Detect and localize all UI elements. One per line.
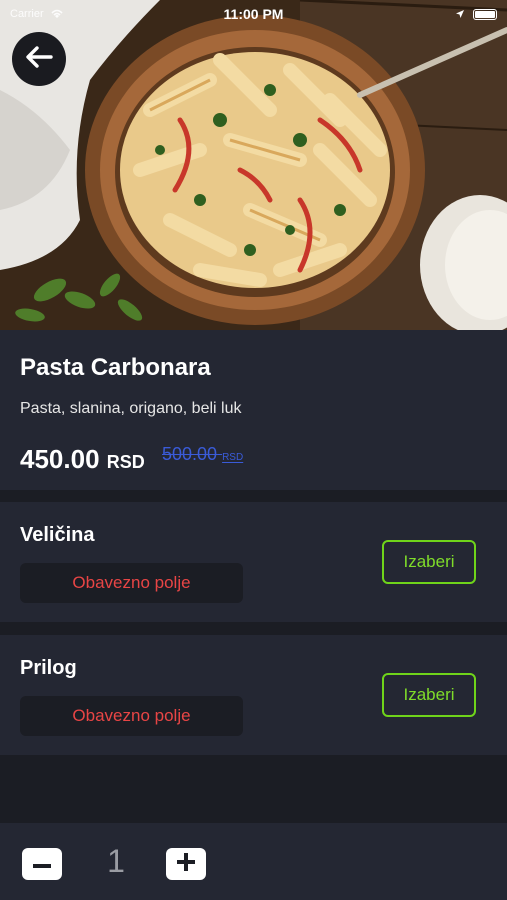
minus-icon bbox=[33, 855, 51, 873]
required-field-notice: Obavezno polje bbox=[20, 563, 243, 603]
option-title: Prilog bbox=[20, 657, 77, 679]
required-field-notice: Obavezno polje bbox=[20, 696, 243, 736]
option-section-side: Prilog Obavezno polje Izaberi bbox=[0, 635, 507, 755]
product-description: Pasta, slanina, origano, beli luk bbox=[20, 400, 242, 417]
old-price-value: 500.00 bbox=[162, 444, 218, 464]
price-value: 450.00 bbox=[20, 444, 100, 474]
option-section-size: Veličina Obavezno polje Izaberi bbox=[0, 502, 507, 622]
choose-size-button[interactable]: Izaberi bbox=[382, 540, 476, 584]
old-price: 500.00 RSD bbox=[162, 444, 243, 465]
product-image bbox=[0, 0, 507, 330]
status-time: 11:00 PM bbox=[223, 6, 284, 22]
arrow-left-icon bbox=[25, 45, 53, 73]
product-title: Pasta Carbonara bbox=[20, 354, 211, 381]
price-currency: RSD bbox=[106, 452, 145, 472]
decrease-quantity-button[interactable] bbox=[22, 848, 62, 880]
option-title: Veličina bbox=[20, 524, 95, 546]
increase-quantity-button[interactable] bbox=[166, 848, 206, 880]
quantity-bar: 1 bbox=[0, 823, 507, 900]
choose-side-button[interactable]: Izaberi bbox=[382, 673, 476, 717]
pasta-dish-picture bbox=[0, 0, 507, 330]
quantity-value: 1 bbox=[107, 843, 125, 879]
status-bar: Carrier 11:00 PM bbox=[0, 0, 507, 28]
product-price: 450.00 RSD bbox=[20, 444, 145, 475]
back-button[interactable] bbox=[12, 32, 66, 86]
plus-icon bbox=[177, 852, 195, 876]
product-info-card: Pasta Carbonara Pasta, slanina, origano,… bbox=[0, 330, 507, 490]
old-price-currency: RSD bbox=[222, 452, 244, 463]
battery-icon bbox=[473, 8, 497, 20]
